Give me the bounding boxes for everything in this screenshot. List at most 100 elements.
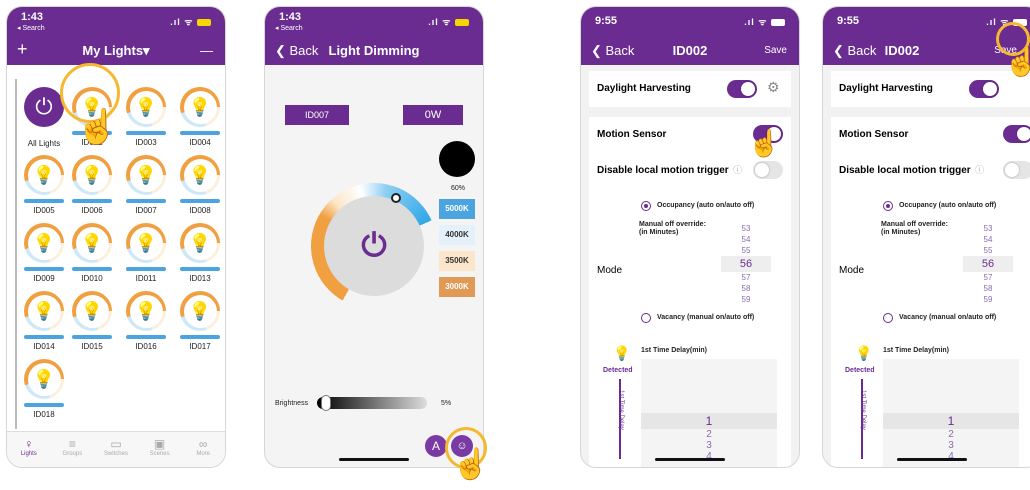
manual-off-label: Manual off override: <box>881 221 948 228</box>
picker-value[interactable]: 59 <box>963 294 1013 305</box>
daylight-toggle[interactable] <box>727 80 757 98</box>
power-icon[interactable]: ⏻ <box>361 227 386 265</box>
vacancy-radio[interactable] <box>883 313 893 323</box>
picker-value[interactable]: 53 <box>721 223 771 234</box>
tab-bar: ♀ Lights ≡ Groups ▭ Switches ▣ Scenes ∞ More <box>7 431 225 467</box>
tab-lights[interactable]: ♀ Lights <box>7 432 51 467</box>
light-tile[interactable]: 💡 ID016 <box>123 291 169 351</box>
tab-scenes[interactable]: ▣ Scenes <box>138 432 182 467</box>
delay-value[interactable]: 1 <box>641 413 777 429</box>
tab-label: Switches <box>103 451 128 457</box>
save-button[interactable]: Save <box>764 45 787 56</box>
light-tile[interactable]: 💡 ID010 <box>69 223 115 283</box>
delay-value[interactable]: 3 <box>883 440 1019 451</box>
hand-pointer-icon: ☝ <box>76 108 119 146</box>
bulb-icon: 💡 <box>24 359 64 399</box>
bulb-icon: 💡 <box>180 291 220 331</box>
light-tile[interactable]: 💡 ID017 <box>177 291 223 351</box>
level-bar <box>126 131 166 135</box>
daylight-toggle[interactable] <box>969 80 999 98</box>
color-swatch[interactable] <box>439 141 475 177</box>
light-tile[interactable]: 💡 ID011 <box>123 223 169 283</box>
hand-pointer-icon: ☝ <box>748 128 781 158</box>
tab-more[interactable]: ∞ More <box>181 432 225 467</box>
minutes-picker[interactable]: 53 54 55 56 57 58 59 <box>963 223 1013 305</box>
minus-button[interactable]: — <box>200 43 213 58</box>
delay-value[interactable]: 1 <box>883 413 1019 429</box>
brightness-slider[interactable] <box>317 395 427 411</box>
picker-value[interactable]: 56 <box>963 256 1013 272</box>
info-icon[interactable]: ⓘ <box>733 163 742 176</box>
gear-icon[interactable]: ⚙ <box>767 79 780 96</box>
delay-picker[interactable]: 1234 <box>883 359 1019 467</box>
picker-value[interactable]: 58 <box>721 283 771 294</box>
light-label: ID011 <box>135 274 157 283</box>
delay-value[interactable]: 3 <box>641 440 777 451</box>
picker-value[interactable]: 53 <box>963 223 1013 234</box>
bulb-detected-icon: 💡 <box>613 345 631 361</box>
light-tile[interactable]: 💡 ID009 <box>21 223 67 283</box>
light-tile[interactable]: 💡 ID015 <box>69 291 115 351</box>
level-bar <box>126 199 166 203</box>
delay-value[interactable]: 2 <box>883 429 1019 440</box>
dial-knob[interactable] <box>391 193 401 203</box>
page-title[interactable]: My Lights▾ <box>7 43 225 59</box>
picker-value[interactable]: 57 <box>721 272 771 283</box>
tab-label: More <box>196 451 210 457</box>
light-tile[interactable]: 💡 ID018 <box>21 359 67 419</box>
mode-label: Mode <box>597 265 623 276</box>
in-minutes-label: (in Minutes) <box>881 229 921 236</box>
auto-button[interactable]: A <box>425 435 447 457</box>
delay-value[interactable]: 2 <box>641 429 777 440</box>
tab-switches[interactable]: ▭ Switches <box>94 432 138 467</box>
light-tile[interactable]: 💡 ID005 <box>21 155 67 215</box>
status-time: 1:43 <box>21 11 44 23</box>
temp-button[interactable]: 4000K <box>439 225 475 245</box>
light-tile[interactable]: 💡 ID013 <box>177 223 223 283</box>
slider-thumb[interactable] <box>321 395 331 411</box>
picker-value[interactable]: 56 <box>721 256 771 272</box>
level-bar <box>126 267 166 271</box>
bulb-icon: 💡 <box>126 291 166 331</box>
disable-toggle[interactable] <box>1003 161 1030 179</box>
picker-value[interactable]: 54 <box>721 234 771 245</box>
minutes-picker[interactable]: 53 54 55 56 57 58 59 <box>721 223 771 305</box>
bulb-icon: 💡 <box>126 87 166 127</box>
picker-value[interactable]: 55 <box>963 245 1013 256</box>
motion-toggle[interactable] <box>1003 125 1030 143</box>
light-label: ID007 <box>135 206 157 215</box>
status-back-search[interactable]: ◂ Search <box>275 24 303 32</box>
picker-value[interactable]: 58 <box>963 283 1013 294</box>
light-label: ID008 <box>189 206 211 215</box>
light-tile[interactable]: 💡 ID008 <box>177 155 223 215</box>
vacancy-radio[interactable] <box>641 313 651 323</box>
light-tile[interactable]: 💡 ID003 <box>123 87 169 147</box>
temp-button[interactable]: 3000K <box>439 277 475 297</box>
bulb-icon: 💡 <box>180 87 220 127</box>
disable-toggle[interactable] <box>753 161 783 179</box>
picker-value[interactable]: 54 <box>963 234 1013 245</box>
light-label: ID003 <box>135 138 157 147</box>
hand-pointer-icon: ☝ <box>452 448 490 481</box>
info-icon[interactable]: ⓘ <box>975 163 984 176</box>
temp-button[interactable]: 5000K <box>439 199 475 219</box>
light-tile[interactable]: 💡 ID004 <box>177 87 223 147</box>
light-tile[interactable]: 💡 ID014 <box>21 291 67 351</box>
occupancy-radio[interactable] <box>641 201 651 211</box>
dimmer-dial[interactable]: ⏻ <box>311 183 437 309</box>
occupancy-radio[interactable] <box>883 201 893 211</box>
occupancy-label: Occupancy (auto on/auto off) <box>657 202 755 209</box>
delay-picker[interactable]: 1234 <box>641 359 777 467</box>
picker-value[interactable]: 57 <box>963 272 1013 283</box>
light-label: ID014 <box>33 342 55 351</box>
light-tile[interactable]: 💡 ID007 <box>123 155 169 215</box>
device-id-badge: ID007 <box>285 105 349 125</box>
tab-groups[interactable]: ≡ Groups <box>51 432 95 467</box>
light-tile[interactable]: 💡 ID006 <box>69 155 115 215</box>
temp-button[interactable]: 3500K <box>439 251 475 271</box>
hand-pointer-icon: ☝ <box>1004 46 1030 77</box>
level-bar <box>24 335 64 339</box>
picker-value[interactable]: 55 <box>721 245 771 256</box>
status-back-search[interactable]: ◂ Search <box>17 24 45 32</box>
picker-value[interactable]: 59 <box>721 294 771 305</box>
